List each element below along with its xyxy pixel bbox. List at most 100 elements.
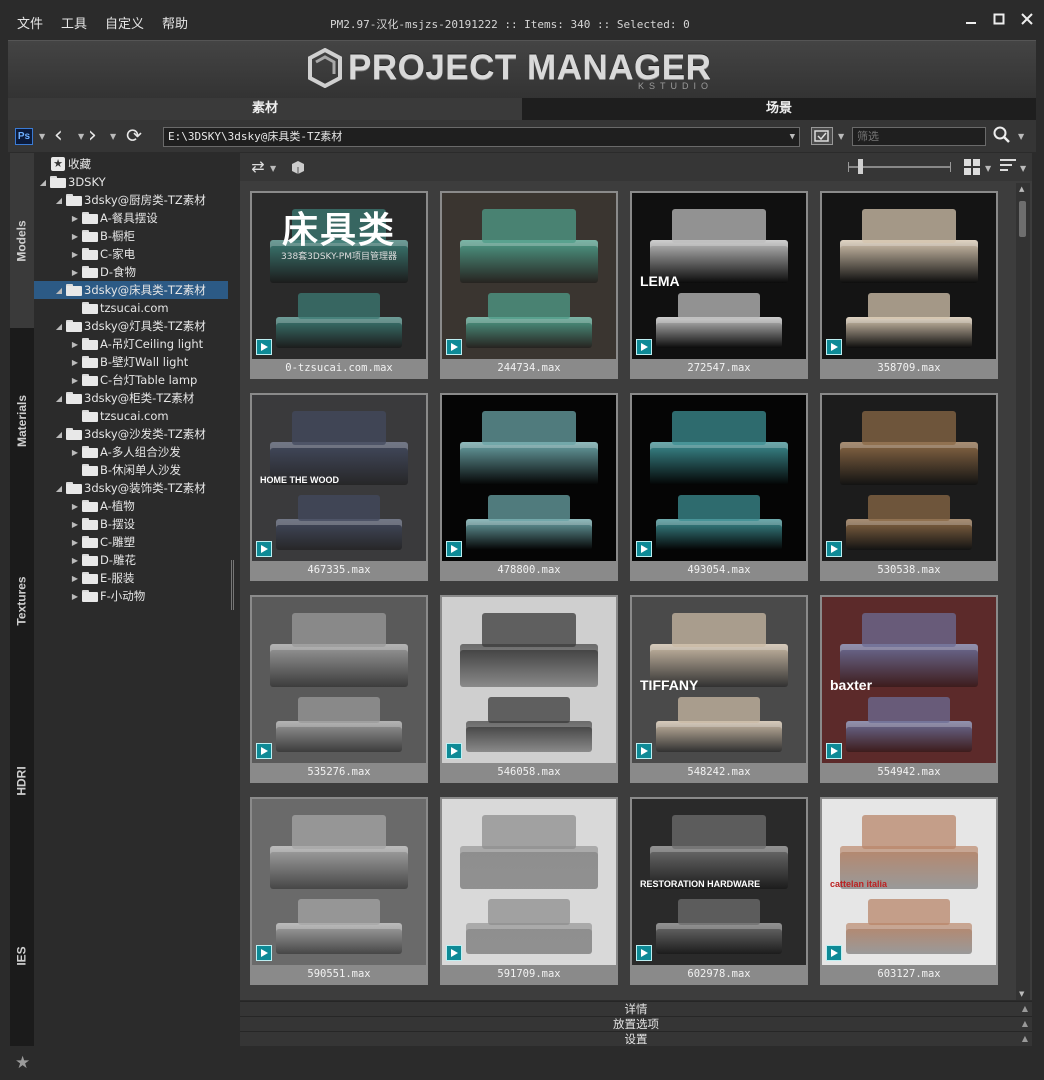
- tree-item[interactable]: ◢ 3dsky@装饰类-TZ素材: [34, 479, 228, 497]
- import-box-icon[interactable]: [288, 157, 308, 177]
- sort-icon[interactable]: [1000, 159, 1016, 175]
- back-arrow-icon[interactable]: ‹: [54, 123, 63, 148]
- tree-item[interactable]: ▶ F-小动物: [34, 587, 228, 605]
- asset-card[interactable]: 591709.max: [440, 797, 618, 985]
- tree-item[interactable]: ▶ A-吊灯Ceiling light: [34, 335, 228, 353]
- asset-thumbnail[interactable]: [252, 799, 426, 965]
- tree-item[interactable]: ◢ 3dsky@床具类-TZ素材: [34, 281, 228, 299]
- asset-card[interactable]: 535276.max: [250, 595, 428, 783]
- path-dropdown-icon[interactable]: ▼: [790, 128, 795, 146]
- forward-arrow-icon[interactable]: ›: [88, 123, 97, 148]
- tree-item[interactable]: ▶ E-服装: [34, 569, 228, 587]
- collapse-arrow-icon[interactable]: ◢: [38, 178, 48, 187]
- asset-thumbnail[interactable]: RESTORATION HARDWARE: [632, 799, 806, 965]
- expand-arrow-icon[interactable]: ▶: [70, 340, 80, 349]
- asset-card[interactable]: 床具类 338套3DSKY-PM项目管理器 0-tzsucai.com.max: [250, 191, 428, 379]
- tree-item[interactable]: ▶ B-橱柜: [34, 227, 228, 245]
- tab-assets[interactable]: 素材: [8, 98, 522, 120]
- refresh-icon[interactable]: ⟳: [126, 125, 142, 147]
- tree-item[interactable]: ▶ C-雕塑: [34, 533, 228, 551]
- asset-thumbnail[interactable]: [442, 193, 616, 359]
- menu-customize[interactable]: 自定义: [96, 13, 153, 32]
- asset-card[interactable]: 546058.max: [440, 595, 618, 783]
- collapse-arrow-icon[interactable]: ◢: [54, 322, 64, 331]
- asset-thumbnail[interactable]: baxter: [822, 597, 996, 763]
- menu-tools[interactable]: 工具: [52, 13, 96, 32]
- scroll-thumb[interactable]: [1019, 201, 1026, 237]
- side-tab-models[interactable]: Models: [10, 153, 34, 328]
- tree-item[interactable]: tzsucai.com: [34, 299, 228, 317]
- asset-thumbnail[interactable]: [442, 395, 616, 561]
- close-icon[interactable]: [1020, 12, 1034, 26]
- slider-handle[interactable]: [858, 159, 863, 174]
- tree-item[interactable]: ◢ 3dsky@灯具类-TZ素材: [34, 317, 228, 335]
- tree-item[interactable]: ◢ 3dsky@沙发类-TZ素材: [34, 425, 228, 443]
- tree-item[interactable]: ★ 收藏: [34, 155, 228, 173]
- asset-thumbnail[interactable]: LEMA: [632, 193, 806, 359]
- expand-arrow-icon[interactable]: ▶: [70, 448, 80, 457]
- search-icon[interactable]: [993, 126, 1011, 149]
- expand-arrow-icon[interactable]: ▶: [70, 502, 80, 511]
- tree-item[interactable]: ◢ 3dsky@柜类-TZ素材: [34, 389, 228, 407]
- asset-thumbnail[interactable]: [252, 597, 426, 763]
- side-tab-hdri[interactable]: HDRI: [10, 693, 34, 868]
- minimize-icon[interactable]: [964, 12, 978, 26]
- tree-item[interactable]: ▶ C-台灯Table lamp: [34, 371, 228, 389]
- sort-dropdown-icon[interactable]: ▼: [1020, 164, 1026, 173]
- asset-card[interactable]: 493054.max: [630, 393, 808, 581]
- expand-arrow-icon[interactable]: ▶: [70, 358, 80, 367]
- grid-view-icon[interactable]: [964, 159, 980, 175]
- maximize-icon[interactable]: [992, 12, 1006, 26]
- collapse-arrow-icon[interactable]: ◢: [54, 430, 64, 439]
- tree-item[interactable]: ▶ D-食物: [34, 263, 228, 281]
- tree-item[interactable]: ◢ 3dsky@厨房类-TZ素材: [34, 191, 228, 209]
- tree-item[interactable]: B-休闲单人沙发: [34, 461, 228, 479]
- tree-item[interactable]: ◢ 3DSKY: [34, 173, 228, 191]
- thumb-size-slider[interactable]: [848, 166, 950, 168]
- asset-card[interactable]: RESTORATION HARDWARE 602978.max: [630, 797, 808, 985]
- menu-help[interactable]: 帮助: [153, 13, 197, 32]
- panel-splitter[interactable]: [231, 560, 234, 610]
- tree-item[interactable]: ▶ C-家电: [34, 245, 228, 263]
- filter-check-icon[interactable]: [811, 127, 833, 145]
- back-dropdown-icon[interactable]: ▼: [78, 132, 84, 141]
- side-tab-ies[interactable]: IES: [10, 873, 34, 1038]
- asset-card[interactable]: baxter 554942.max: [820, 595, 998, 783]
- asset-thumbnail[interactable]: [822, 395, 996, 561]
- asset-thumbnail[interactable]: 床具类 338套3DSKY-PM项目管理器: [252, 193, 426, 359]
- asset-card[interactable]: 358709.max: [820, 191, 998, 379]
- section-settings[interactable]: 设置 ▲: [240, 1031, 1032, 1046]
- asset-card[interactable]: cattelan italia 603127.max: [820, 797, 998, 985]
- collapse-arrow-icon[interactable]: ◢: [54, 196, 64, 205]
- tree-item[interactable]: ▶ B-摆设: [34, 515, 228, 533]
- tree-item[interactable]: ▶ B-壁灯Wall light: [34, 353, 228, 371]
- asset-thumbnail[interactable]: cattelan italia: [822, 799, 996, 965]
- asset-card[interactable]: 244734.max: [440, 191, 618, 379]
- scrollbar[interactable]: ▲ ▼: [1016, 183, 1030, 1000]
- section-expand-icon[interactable]: ▲: [1022, 1017, 1028, 1031]
- asset-card[interactable]: 478800.max: [440, 393, 618, 581]
- asset-card[interactable]: LEMA 272547.max: [630, 191, 808, 379]
- expand-arrow-icon[interactable]: ▶: [70, 232, 80, 241]
- expand-arrow-icon[interactable]: ▶: [70, 574, 80, 583]
- tree-item[interactable]: ▶ A-多人组合沙发: [34, 443, 228, 461]
- collapse-arrow-icon[interactable]: ◢: [54, 484, 64, 493]
- tab-scenes[interactable]: 场景: [522, 98, 1036, 120]
- expand-arrow-icon[interactable]: ▶: [70, 376, 80, 385]
- scroll-up-icon[interactable]: ▲: [1019, 185, 1024, 193]
- expand-arrow-icon[interactable]: ▶: [70, 214, 80, 223]
- collapse-arrow-icon[interactable]: ◢: [54, 394, 64, 403]
- photoshop-icon[interactable]: Ps: [15, 128, 33, 145]
- asset-card[interactable]: TIFFANY 548242.max: [630, 595, 808, 783]
- swap-icon[interactable]: ⇄: [248, 157, 268, 177]
- expand-arrow-icon[interactable]: ▶: [70, 592, 80, 601]
- asset-thumbnail[interactable]: [442, 799, 616, 965]
- view-dropdown-icon[interactable]: ▼: [985, 164, 991, 173]
- star-icon[interactable]: ★: [15, 1053, 30, 1073]
- swap-dropdown-icon[interactable]: ▼: [270, 164, 276, 173]
- asset-thumbnail[interactable]: [822, 193, 996, 359]
- section-details[interactable]: 详情 ▲: [240, 1001, 1032, 1016]
- asset-thumbnail[interactable]: HOME THE WOOD: [252, 395, 426, 561]
- asset-card[interactable]: 530538.max: [820, 393, 998, 581]
- section-placement[interactable]: 放置选项 ▲: [240, 1016, 1032, 1031]
